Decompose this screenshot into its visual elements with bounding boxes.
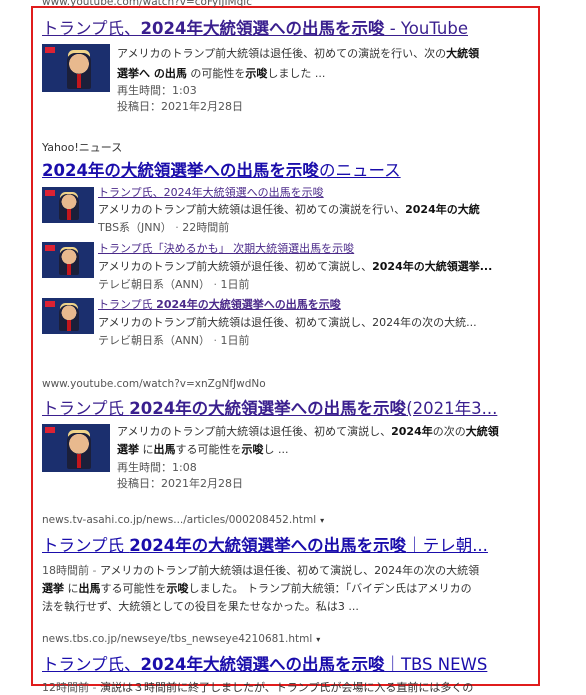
result-url[interactable]: news.tv-asahi.co.jp/news.../articles/000… (42, 514, 324, 526)
result-snippet: 法を執行せず、大統領としての役目を果たせなかった。私は3 ... (42, 600, 359, 613)
title-text: - YouTube (384, 19, 468, 38)
news-thumbnail[interactable] (42, 298, 94, 334)
title-bold: 2024年大統領選への出馬を示唆 (140, 19, 385, 38)
video-duration: 再生時間：1:08 (117, 461, 197, 474)
news-item-meta: テレビ朝日系（ANN） · 1日前 (98, 334, 250, 347)
news-item-snippet: アメリカのトランプ前大統領は退任後、初めての演説を行い、2024年の大統 (98, 203, 480, 216)
news-thumbnail[interactable] (42, 242, 94, 278)
result-snippet: 18時間前 - アメリカのトランプ前大統領は退任後、初めて演説し、2024年の次… (42, 564, 480, 577)
result-title-link[interactable]: トランプ氏、2024年大統領選への出馬を示唆｜TBS NEWS (42, 651, 487, 675)
result-snippet: アメリカのトランプ前大統領は退任後、初めての演説を行い、次の大統領 (117, 47, 480, 60)
news-item-meta: テレビ朝日系（ANN） · 1日前 (98, 278, 250, 291)
video-thumbnail[interactable] (42, 44, 110, 92)
news-item-title-link[interactable]: トランプ氏「決めるかも」 次期大統領選出馬を示唆 (98, 240, 354, 256)
result-snippet: 選挙へ の出馬 の可能性を示唆しました ... (117, 67, 326, 80)
result-snippet: 選挙 に出馬する可能性を示唆しました。 トランプ前大統領：「バイデン氏はアメリカ… (42, 582, 472, 595)
result-url[interactable]: news.tbs.co.jp/newseye/tbs_newseye421068… (42, 633, 320, 645)
video-posted-date: 投稿日：2021年2月28日 (117, 100, 243, 113)
result-title-link[interactable]: トランプ氏、2024年大統領選への出馬を示唆 - YouTube (42, 15, 468, 39)
result-snippet: 12時間前 - 演説は３時間前に終了しましたが、トランプ氏が会場に入る直前には多… (42, 681, 474, 694)
result-url[interactable]: www.youtube.com/watch?v=coFyIJIMqic (42, 0, 252, 8)
url-menu-caret-icon[interactable]: ▾ (320, 516, 324, 525)
video-posted-date: 投稿日：2021年2月28日 (117, 477, 243, 490)
news-item-snippet: アメリカのトランプ前大統領は退任後、初めて演説し、2024年の次の大統... (98, 316, 477, 329)
result-snippet: 選挙 に出馬する可能性を示唆し ... (117, 443, 289, 456)
news-source-label: Yahoo!ニュース (42, 141, 123, 154)
video-thumbnail[interactable] (42, 424, 110, 472)
result-title-link[interactable]: トランプ氏 2024年の大統領選挙への出馬を示唆｜テレ朝... (42, 532, 488, 556)
news-item-snippet: アメリカのトランプ前大統領が退任後、初めて演説し、2024年の大統領選挙... (98, 260, 493, 273)
result-title-link[interactable]: トランプ氏 2024年の大統領選挙への出馬を示唆(2021年3... (42, 395, 497, 419)
news-thumbnail[interactable] (42, 187, 94, 223)
url-menu-caret-icon[interactable]: ▾ (316, 635, 320, 644)
news-section-header-link[interactable]: 2024年の大統領選挙への出馬を示唆のニュース (42, 157, 401, 181)
result-snippet: アメリカのトランプ前大統領は退任後、初めて演説し、2024年の次の大統領 (117, 425, 499, 438)
title-text: トランプ氏、 (42, 19, 141, 38)
news-item-meta: TBS系（JNN） · 22時間前 (98, 221, 230, 234)
news-item-title-link[interactable]: トランプ氏 2024年の大統領選挙への出馬を示唆 (98, 296, 341, 312)
news-item-title-link[interactable]: トランプ氏、2024年大統領選への出馬を示唆 (98, 184, 324, 200)
video-duration: 再生時間：1:03 (117, 84, 197, 97)
result-url[interactable]: www.youtube.com/watch?v=xnZgNfJwdNo (42, 378, 266, 390)
